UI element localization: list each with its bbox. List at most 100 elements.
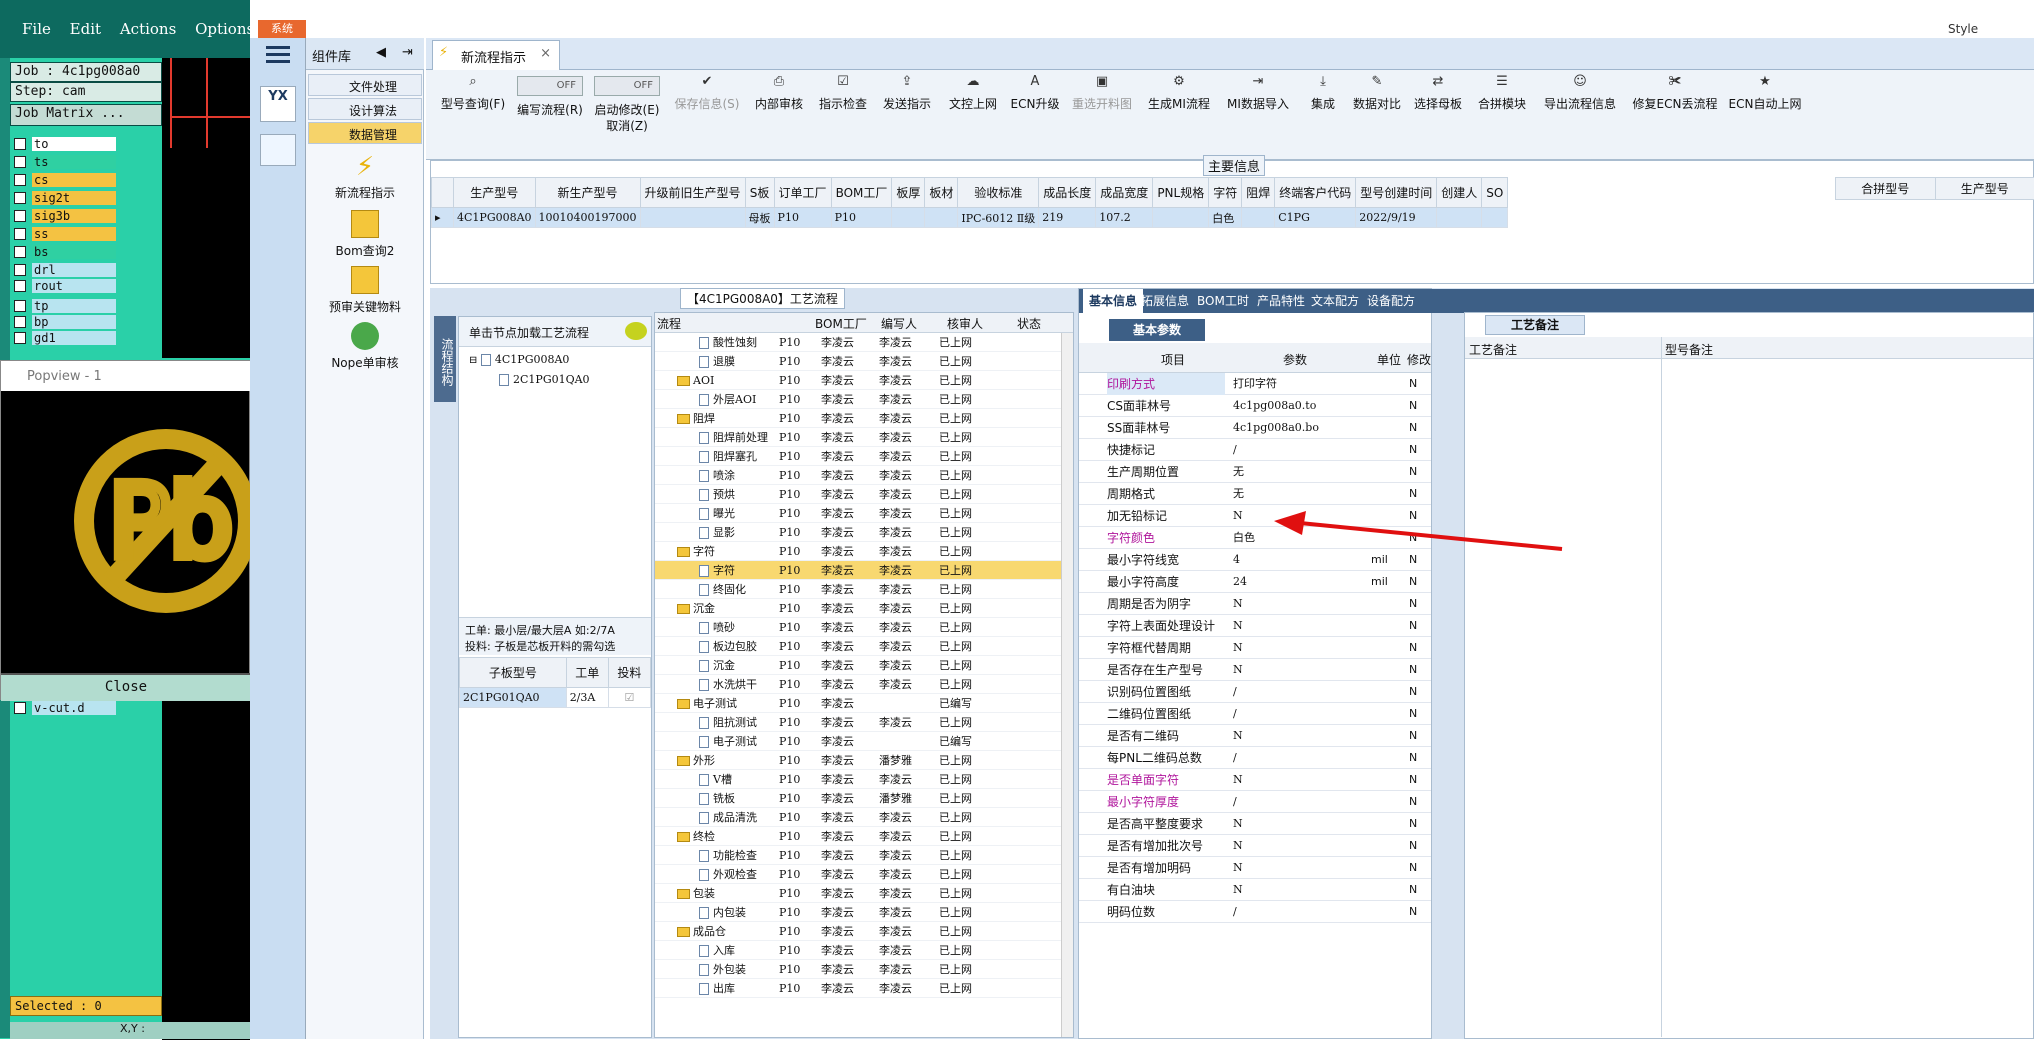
tool-pre-review[interactable]: 预审关键物料	[306, 266, 424, 315]
main-info-cell[interactable]: P10	[830, 207, 893, 228]
col-model-remark[interactable]: 型号备注	[1665, 341, 1713, 358]
layer-row[interactable]: ss	[14, 226, 132, 241]
param-value[interactable]: N	[1233, 505, 1243, 527]
layer-row[interactable]: rout	[14, 278, 132, 293]
flow-row[interactable]: 阻抗测试 P10 李凌云 李凌云 已上网	[655, 713, 1073, 732]
col-header[interactable]: SO	[1481, 177, 1509, 208]
toolbar-button[interactable]: ⇥ MI数据导入	[1218, 70, 1298, 160]
basic-param-row[interactable]: 生产周期位置 无 N	[1079, 461, 1431, 483]
layer-checkbox[interactable]	[14, 263, 26, 276]
comp-item-data[interactable]: 数据管理	[308, 122, 422, 144]
subtab-basic-params[interactable]: 基本参数	[1109, 319, 1205, 341]
col-feed[interactable]: 投料	[607, 657, 652, 688]
col-process-remark[interactable]: 工艺备注	[1469, 341, 1517, 358]
layer-row[interactable]: sig2t	[14, 190, 132, 205]
basic-tab[interactable]: BOM	[1197, 289, 1225, 313]
layer-checkbox[interactable]	[14, 299, 26, 312]
basic-param-row[interactable]: 字符上表面处理设计 N N	[1079, 615, 1431, 637]
tool-bom-query[interactable]: Bom查询2	[306, 210, 424, 259]
flow-row[interactable]: V槽 P10 李凌云 李凌云 已上网	[655, 770, 1073, 789]
comp-item-file[interactable]: 文件处理	[308, 74, 422, 96]
flow-row[interactable]: 水洗烘干 P10 李凌云 李凌云 已上网	[655, 675, 1073, 694]
vtab-flow-structure[interactable]: 流程结构	[434, 316, 456, 402]
flow-row[interactable]: 外形 P10 李凌云 潘梦雅 已上网	[655, 751, 1073, 770]
main-info-cell[interactable]	[1481, 207, 1509, 228]
col-writer[interactable]: 编写人	[881, 315, 917, 332]
param-value[interactable]: /	[1233, 439, 1237, 461]
param-value[interactable]: N	[1233, 879, 1243, 901]
col-header[interactable]: 验收标准	[957, 177, 1040, 208]
basic-tab[interactable]: 设备配方	[1367, 289, 1415, 313]
param-value[interactable]: /	[1233, 747, 1237, 769]
toolbar-button[interactable]: A ECN升级	[1006, 70, 1064, 160]
param-value[interactable]: N	[1233, 769, 1243, 791]
param-value[interactable]: N	[1233, 813, 1243, 835]
layer-row[interactable]: v-cut.d	[14, 700, 132, 715]
main-info-cell[interactable]: 白色	[1208, 207, 1243, 228]
tool-new-flow[interactable]: ⚡ 新流程指示	[306, 152, 424, 201]
col-header[interactable]: 成品长度	[1038, 177, 1097, 208]
col-header[interactable]: 终端客户代码	[1274, 177, 1357, 208]
param-value[interactable]: 无	[1233, 483, 1244, 505]
hamburger-icon[interactable]	[266, 46, 290, 64]
toolbar-button[interactable]: ⌕ 型号查询(F)	[432, 70, 514, 160]
param-value[interactable]: /	[1233, 901, 1237, 923]
col-flow[interactable]: 流程	[657, 315, 681, 332]
toolbar-button[interactable]: ⇄ 选择母板	[1406, 70, 1470, 160]
flow-row[interactable]: 电子测试 P10 李凌云 已编写	[655, 732, 1073, 751]
param-value[interactable]: 4	[1233, 549, 1240, 571]
basic-param-row[interactable]: 字符框代替周期 N N	[1079, 637, 1431, 659]
basic-param-row[interactable]: 印刷方式 打印字符 N	[1079, 373, 1431, 395]
toolbar-button[interactable]: ⎙ 内部审核	[746, 70, 812, 160]
basic-param-row[interactable]: 有白油块 N N	[1079, 879, 1431, 901]
toolbar-button[interactable]: ☁ 文控上网	[940, 70, 1006, 160]
flow-scrollbar[interactable]	[1061, 333, 1073, 1037]
system-tab[interactable]: 系统	[258, 20, 306, 38]
layer-checkbox[interactable]	[14, 245, 26, 258]
layer-checkbox[interactable]	[14, 331, 26, 344]
flow-row[interactable]: 成品仓 P10 李凌云 李凌云 已上网	[655, 922, 1073, 941]
flow-row[interactable]: 阻焊塞孔 P10 李凌云 李凌云 已上网	[655, 447, 1073, 466]
basic-param-row[interactable]: 最小字符厚度 / N	[1079, 791, 1431, 813]
layer-row[interactable]: sig3b	[14, 208, 132, 223]
flow-row[interactable]: 内包装 P10 李凌云 李凌云 已上网	[655, 903, 1073, 922]
col-header[interactable]: 型号创建时间	[1355, 177, 1438, 208]
toolbar-button[interactable]: ⚙ 生成MI流程	[1140, 70, 1218, 160]
toolbar-button[interactable]: ☑ 指示检查	[812, 70, 874, 160]
menu-options[interactable]: Options	[195, 20, 250, 38]
flow-row[interactable]: 曝光 P10 李凌云 李凌云 已上网	[655, 504, 1073, 523]
flow-row[interactable]: 终检 P10 李凌云 李凌云 已上网	[655, 827, 1073, 846]
tab-process-remark[interactable]: 工艺备注	[1485, 315, 1585, 335]
basic-param-row[interactable]: 是否高平整度要求 N N	[1079, 813, 1431, 835]
col-header[interactable]: 创建人	[1436, 177, 1483, 208]
toolbar-button[interactable]: OFF 编写流程(R)	[514, 70, 586, 160]
flow-row[interactable]: 字符 P10 李凌云 李凌云 已上网	[655, 542, 1073, 561]
flow-row[interactable]: 出库 P10 李凌云 李凌云 已上网	[655, 979, 1073, 998]
feed-checkbox[interactable]: ☑	[607, 687, 652, 708]
flow-row[interactable]: 入库 P10 李凌云 李凌云 已上网	[655, 941, 1073, 960]
basic-tab[interactable]: 基本信息	[1083, 289, 1144, 313]
col-header[interactable]: 新生产型号	[534, 177, 641, 208]
flow-row[interactable]: 沉金 P10 李凌云 李凌云 已上网	[655, 656, 1073, 675]
style-label[interactable]: Style	[1948, 22, 1978, 36]
flow-row[interactable]: 终固化 P10 李凌云 李凌云 已上网	[655, 580, 1073, 599]
main-info-cell[interactable]: 219	[1038, 207, 1097, 228]
layer-checkbox[interactable]	[14, 279, 26, 292]
main-info-cell[interactable]	[1241, 207, 1276, 228]
layer-checkbox[interactable]	[14, 701, 26, 714]
main-info-cell[interactable]	[1436, 207, 1483, 228]
param-value[interactable]: 4c1pg008a0.bo	[1233, 417, 1319, 439]
tab-new-flow[interactable]: ⚡ 新流程指示 ×	[432, 40, 560, 70]
param-value[interactable]: 打印字符	[1233, 373, 1277, 395]
flow-row[interactable]: 铣板 P10 李凌云 潘梦雅 已上网	[655, 789, 1073, 808]
flow-row[interactable]: 板边包胶 P10 李凌云 李凌云 已上网	[655, 637, 1073, 656]
layer-checkbox[interactable]	[14, 209, 26, 222]
col-header[interactable]: 板材	[924, 177, 959, 208]
flow-row[interactable]: 包装 P10 李凌云 李凌云 已上网	[655, 884, 1073, 903]
layer-row[interactable]: tp	[14, 298, 132, 313]
col-header[interactable]: 生产型号	[453, 177, 536, 208]
flow-row[interactable]: 成品清洗 P10 李凌云 李凌云 已上网	[655, 808, 1073, 827]
param-value[interactable]: 无	[1233, 461, 1244, 483]
main-info-cell[interactable]: P10	[773, 207, 832, 228]
col-header[interactable]: PNL规格	[1152, 177, 1210, 208]
